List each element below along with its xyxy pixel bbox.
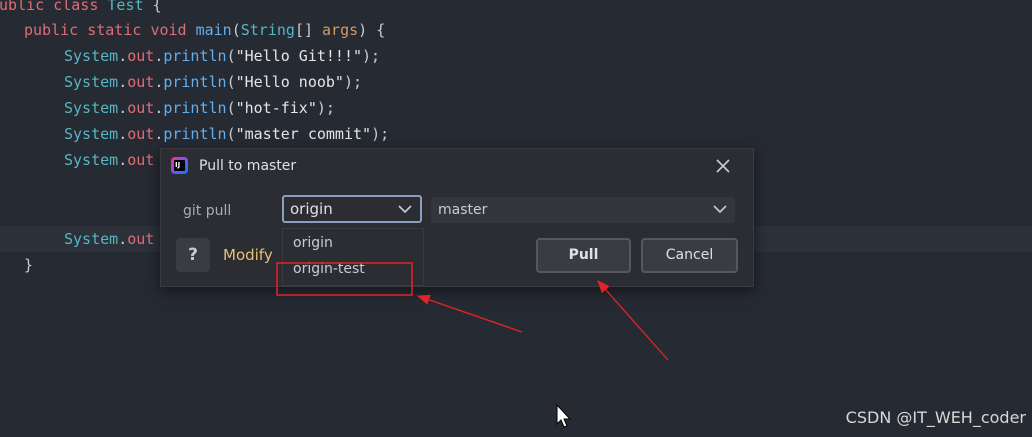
class-ref: System [64,125,119,143]
modify-options-link[interactable]: Modify [223,241,273,269]
dialog-title: Pull to master [199,158,297,174]
method-name: main [195,21,232,39]
brace: { [152,0,162,14]
pull-button[interactable]: Pull [536,238,631,273]
chevron-down-icon [398,205,412,214]
dialog-content: git pull origin master ? Modify Pull Can… [161,183,753,286]
remote-select[interactable]: origin [282,195,422,223]
close-icon[interactable] [711,155,735,177]
field-ref: out [127,47,155,65]
field-ref: out [127,230,155,248]
class-ref: System [64,47,119,65]
code-line-3: System.out.println("Hello Git!!!"); [64,47,381,65]
string-literal: "Hello Git!!!" [235,47,363,65]
string-literal: "hot-fix" [235,99,317,117]
field-ref: out [127,99,155,117]
field-ref: out [127,125,155,143]
code-line-6: System.out.println("master commit"); [64,125,390,143]
method-call: println [163,73,227,91]
code-line-9: } [24,252,33,278]
keyword: class [53,0,99,14]
parameter: args [322,21,359,39]
class-ref: System [64,73,119,91]
keyword: public [0,0,45,14]
method-call: println [163,125,227,143]
keyword: static [87,21,142,39]
paren: ) [358,21,368,39]
class-ref: System [64,99,119,117]
keyword: void [150,21,187,39]
code-line-5: System.out.println("hot-fix"); [64,99,335,117]
branch-select-value: master [438,202,488,218]
help-button[interactable]: ? [176,238,210,272]
code-line-8: System.out [64,230,155,248]
type-name: String [240,21,295,39]
brace: } [24,256,34,274]
method-call: println [163,47,227,65]
brace: { [376,21,386,39]
git-pull-label: git pull [183,203,232,219]
code-line-2: public static void main(String[] args) { [24,17,385,43]
code-line-7: System.out [64,151,155,169]
pull-dialog: IJ Pull to master git pull origin master… [160,148,754,287]
dropdown-option-origin[interactable]: origin [293,230,333,256]
chevron-down-icon [713,205,727,214]
string-literal: "Hello noob" [235,73,344,91]
field-ref: out [127,151,155,169]
paren: ( [231,21,241,39]
dialog-title-bar[interactable]: IJ Pull to master [161,149,753,183]
branch-select[interactable]: master [431,197,735,223]
class-ref: System [64,151,119,169]
code-line-1: public class Test { [0,0,162,18]
remote-dropdown-list: origin origin-test [282,228,424,286]
watermark: CSDN @IT_WEH_coder [845,408,1026,427]
keyword: public [24,21,79,39]
string-literal: "master commit" [235,125,372,143]
remote-select-value: origin [290,200,333,218]
method-call: println [163,99,227,117]
field-ref: out [127,73,155,91]
class-ref: System [64,230,119,248]
cancel-button[interactable]: Cancel [641,238,738,273]
array-brackets: [] [294,21,313,39]
class-name: Test [107,0,144,14]
code-line-4: System.out.println("Hello noob"); [64,73,363,91]
intellij-app-icon: IJ [171,157,188,174]
dropdown-option-origin-test[interactable]: origin-test [293,256,365,282]
